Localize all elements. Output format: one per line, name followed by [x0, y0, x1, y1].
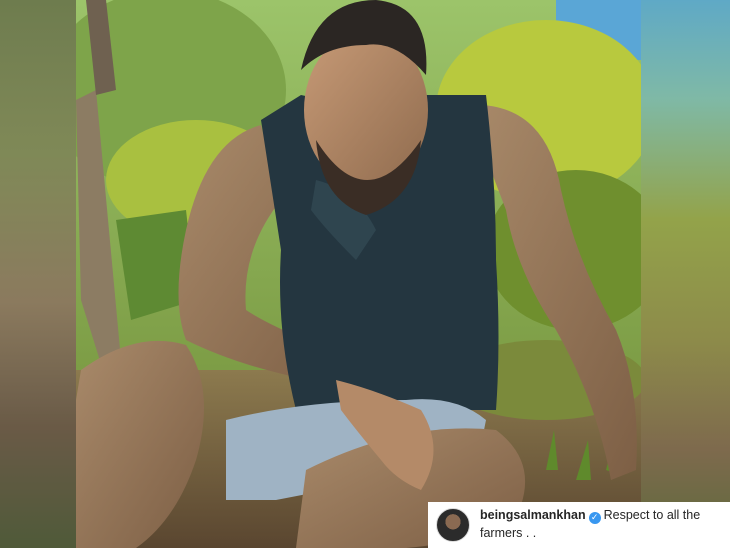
caption-bar: beingsalmankhan ✓ Respect to all the farme…	[428, 502, 730, 548]
username[interactable]: beingsalmankhan	[480, 508, 586, 522]
blurred-right-panel	[641, 0, 730, 548]
post-frame: beingsalmankhan ✓ Respect to all the farme…	[0, 0, 730, 548]
post-photo[interactable]	[76, 0, 641, 548]
verified-badge-icon: ✓	[588, 512, 601, 524]
photo-illustration	[76, 0, 641, 548]
profile-avatar[interactable]	[436, 508, 470, 542]
caption-text: beingsalmankhan ✓ Respect to all the farme…	[480, 506, 724, 542]
blurred-left-panel	[0, 0, 76, 548]
